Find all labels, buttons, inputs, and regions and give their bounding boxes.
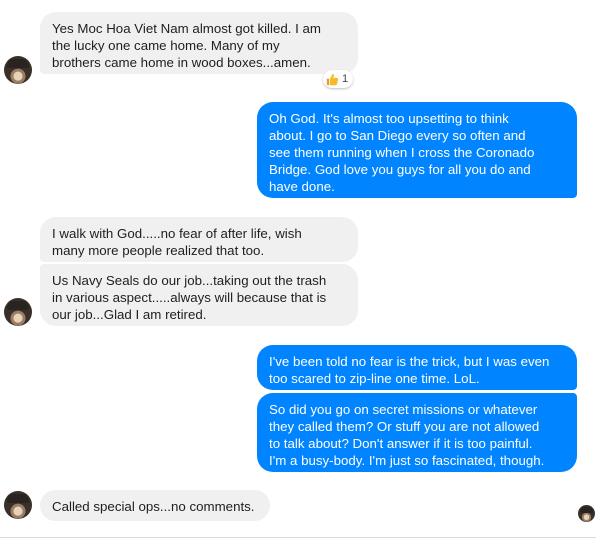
reaction-count: 1 [342,72,349,85]
outgoing-message[interactable]: I've been told no fear is the trick, but… [257,345,577,390]
composer-divider [0,537,596,538]
outgoing-message[interactable]: Oh God. It's almost too upsetting to thi… [257,102,577,198]
outgoing-message[interactable]: So did you go on secret missions or what… [257,393,577,472]
thumbs-up-icon [326,73,339,85]
contact-avatar[interactable] [4,56,32,84]
seen-avatar [578,505,595,522]
contact-avatar[interactable] [4,491,32,519]
message-reaction[interactable]: 1 [323,70,354,88]
incoming-message[interactable]: I walk with God.....no fear of after lif… [40,217,358,262]
incoming-message[interactable]: Called special ops...no comments. [40,490,270,521]
incoming-message[interactable]: Yes Moc Hoa Viet Nam almost got killed. … [40,12,358,74]
contact-avatar[interactable] [4,298,32,326]
incoming-message[interactable]: Us Navy Seals do our job...taking out th… [40,264,358,326]
